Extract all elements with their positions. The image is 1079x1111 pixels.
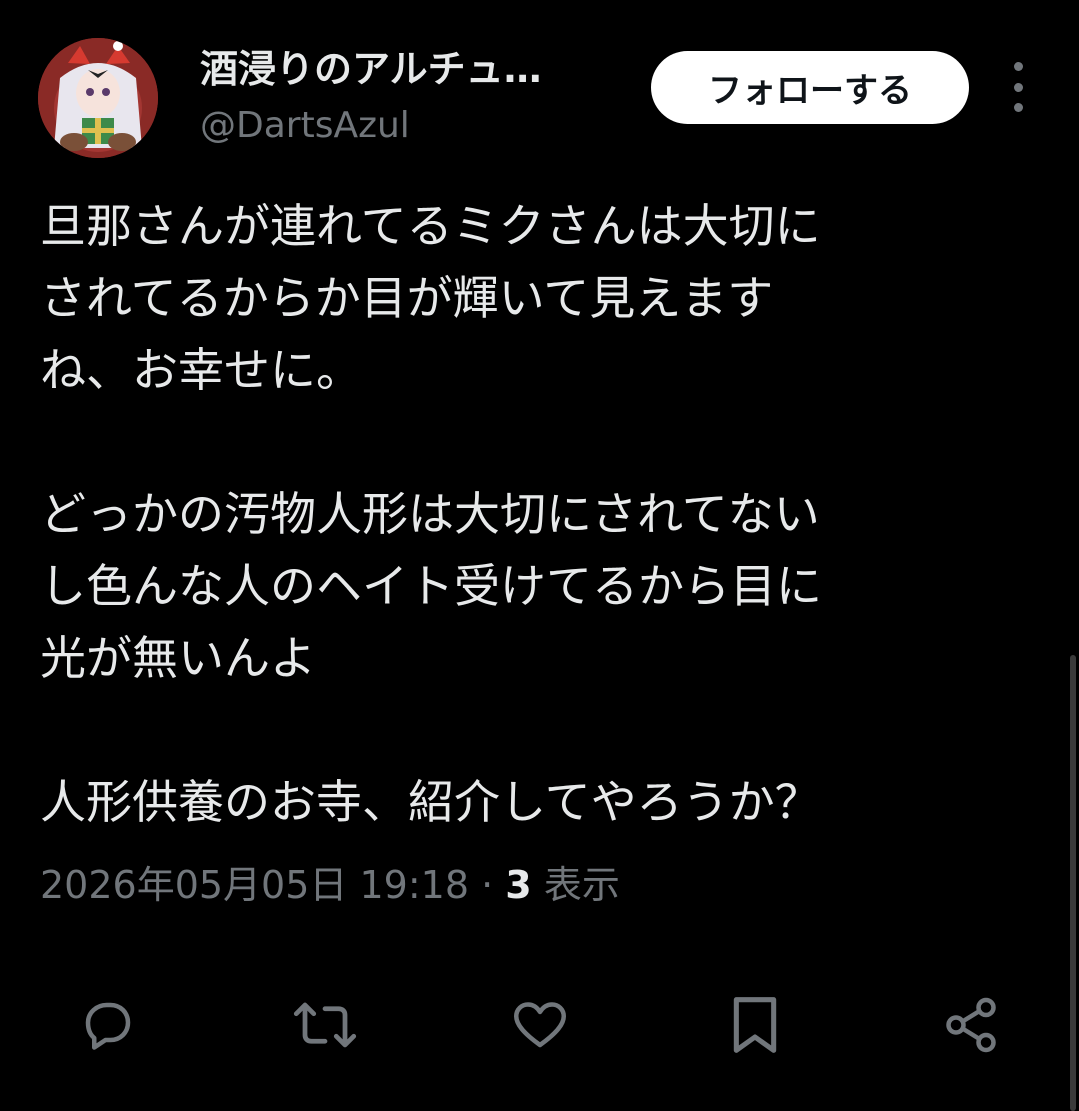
- more-vertical-icon[interactable]: [1000, 62, 1036, 112]
- scrollbar[interactable]: [1070, 655, 1076, 1111]
- more-dot: [1013, 82, 1023, 92]
- avatar-image: [38, 38, 158, 158]
- action-bar: [0, 990, 1079, 1060]
- reply-button[interactable]: [73, 990, 143, 1060]
- heart-icon: [514, 1002, 566, 1048]
- bookmark-button[interactable]: [720, 990, 790, 1060]
- reply-icon: [85, 1002, 131, 1050]
- post-timestamp[interactable]: 2026年05月05日 19:18: [40, 863, 469, 907]
- avatar[interactable]: [38, 38, 158, 158]
- more-dot: [1013, 103, 1023, 112]
- user-handle[interactable]: @DartsAzul: [200, 104, 410, 148]
- share-button[interactable]: [936, 990, 1006, 1060]
- post-text: 旦那さんが連れてるミクさんは大切に されてるからか目が輝いて見えます ね、お幸せ…: [40, 190, 1000, 838]
- post-paragraph: 旦那さんが連れてるミクさんは大切に されてるからか目が輝いて見えます ね、お幸せ…: [40, 199, 821, 397]
- post-metadata: 2026年05月05日 19:18 · 3 表示: [40, 860, 620, 910]
- share-icon: [946, 997, 996, 1053]
- like-button[interactable]: [505, 990, 575, 1060]
- view-count: 3: [505, 863, 532, 907]
- follow-button[interactable]: フォローする: [651, 51, 969, 124]
- display-name[interactable]: 酒浸りのアルチュ…: [200, 44, 630, 94]
- meta-separator: ·: [481, 863, 494, 907]
- retweet-button[interactable]: [290, 990, 360, 1060]
- view-label: 表示: [543, 863, 620, 907]
- retweet-icon: [293, 1002, 357, 1048]
- post-paragraph: どっかの汚物人形は大切にされてない し色んな人のヘイト受けてるから目に 光が無い…: [40, 487, 822, 685]
- bookmark-icon: [733, 997, 777, 1053]
- more-dot: [1013, 62, 1023, 71]
- post-paragraph: 人形供養のお寺、紹介してやろうか？: [40, 775, 821, 829]
